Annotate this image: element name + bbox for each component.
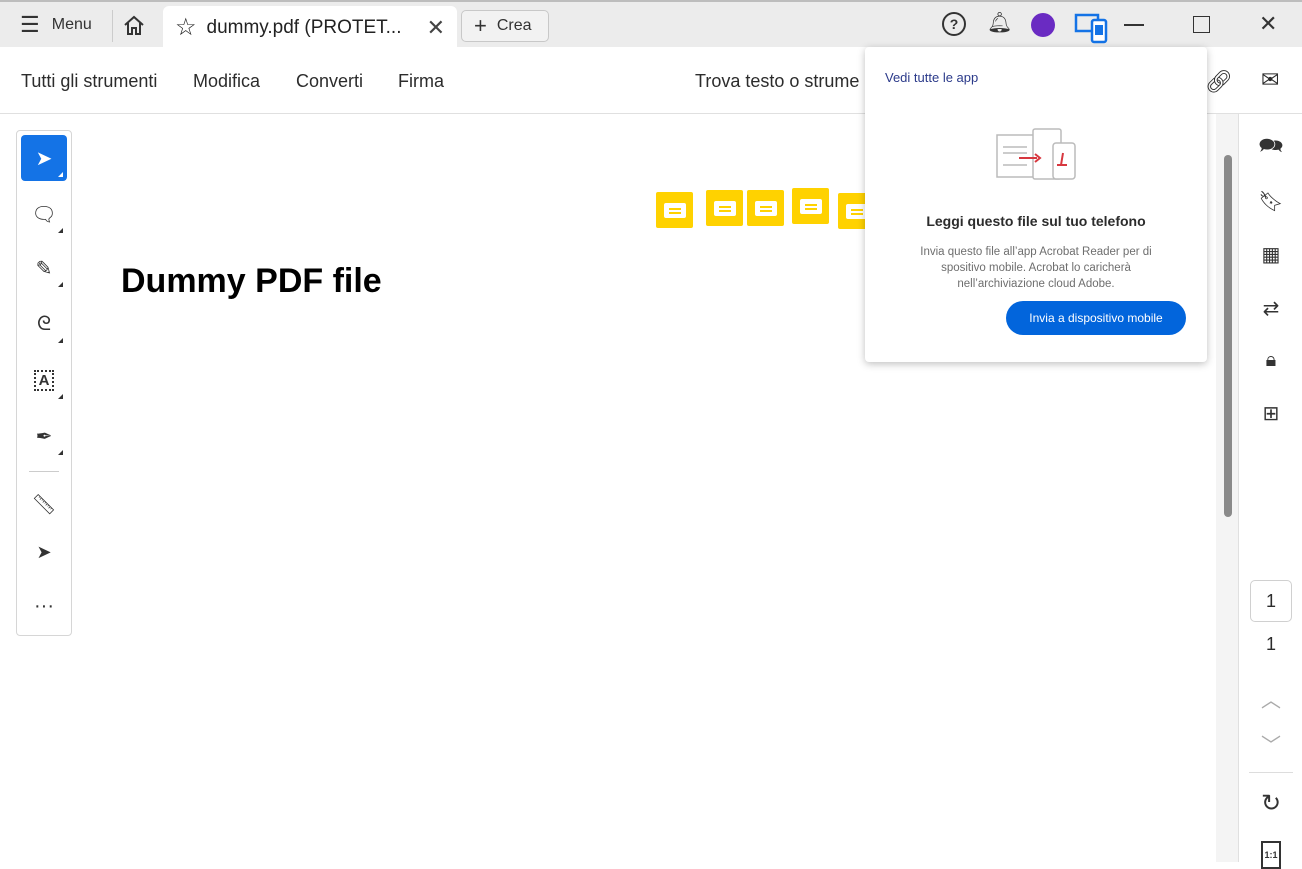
ruler-icon: 📏︎ xyxy=(31,493,57,516)
pen-icon: ✒ xyxy=(35,425,53,448)
popup-body: Invia questo file all’app Acrobat Reader… xyxy=(865,244,1207,292)
rotate-icon[interactable]: ↻ xyxy=(1257,789,1285,817)
document-title: Dummy PDF file xyxy=(121,262,382,300)
text-box-icon: A xyxy=(33,369,55,391)
chevron-down-icon[interactable]: ﹀ xyxy=(1257,729,1285,757)
comment-note-icon[interactable] xyxy=(747,190,784,226)
cursor-icon: ➤ xyxy=(35,147,53,170)
thumbnails-icon[interactable]: ▦ xyxy=(1257,240,1285,268)
actual-size-icon[interactable]: 1:1 xyxy=(1261,841,1281,869)
home-button[interactable] xyxy=(122,10,146,42)
mobile-popup: Vedi tutte le app Leggi questo file sul … xyxy=(865,47,1207,362)
highlight-tool[interactable]: ✎ xyxy=(21,245,67,291)
comment-plus-icon: 🗨︎ xyxy=(31,203,57,226)
tool-sign[interactable]: Firma xyxy=(398,71,444,92)
chevron-up-icon[interactable]: ︿ xyxy=(1257,684,1285,712)
divider xyxy=(112,10,113,42)
create-label: Crea xyxy=(496,17,532,34)
home-icon xyxy=(124,15,144,35)
add-comment-tool[interactable]: 🗨︎ xyxy=(21,191,67,237)
sign-tool[interactable]: ✒ xyxy=(21,413,67,459)
devices-icon[interactable] xyxy=(1074,12,1110,44)
popup-body-line: spositivo mobile. Acrobat lo caricherà xyxy=(941,262,1131,274)
mail-icon[interactable]: ✉ xyxy=(1261,67,1279,93)
lasso-icon: ᘓ xyxy=(36,312,52,335)
popup-heading: Leggi questo file sul tuo telefono xyxy=(926,213,1146,229)
arrow-cursor-icon: ➤ xyxy=(36,541,52,562)
highlighter-icon: ✎ xyxy=(35,257,53,280)
measure-tool[interactable]: 📏︎ xyxy=(21,481,67,527)
comment-note-icon[interactable] xyxy=(706,190,743,226)
link-icon[interactable]: 🔗︎ xyxy=(1205,69,1233,95)
bell-icon[interactable]: 🔔︎ xyxy=(987,10,1012,35)
menu-label: Menu xyxy=(51,16,92,33)
help-icon[interactable]: ? xyxy=(942,12,966,36)
close-window-button[interactable]: ✕ xyxy=(1259,11,1277,37)
right-panel: 🗪 🔖︎ ▦ ⇄ 🔒︎ ⊞ 1 1 ︿ ﹀ ↻ 1:1 xyxy=(1238,114,1302,869)
lock-icon[interactable]: 🔒︎ xyxy=(1257,346,1285,374)
text-tool[interactable]: A xyxy=(21,357,67,403)
create-button[interactable]: + Crea xyxy=(461,10,549,42)
select-tool[interactable]: ➤ xyxy=(21,135,67,181)
send-to-mobile-button[interactable]: Invia a dispositivo mobile xyxy=(1006,301,1186,335)
tab-bar: ☰ Menu ☆ dummy.pdf (PROTET... ✕ + Crea ?… xyxy=(0,0,1302,49)
tool-convert[interactable]: Converti xyxy=(296,71,363,92)
comment-note-icon[interactable] xyxy=(656,192,693,228)
maximize-button[interactable] xyxy=(1193,16,1210,33)
divider xyxy=(29,471,59,472)
quick-tools-panel: ➤ 🗨︎ ✎ ᘓ A ✒ 📏︎ ➤ ··· xyxy=(16,130,72,636)
popup-body-line: Invia questo file all’app Acrobat Reader… xyxy=(920,246,1152,258)
tool-all-tools[interactable]: Tutti gli strumenti xyxy=(21,71,157,92)
comments-icon[interactable]: 🗪 xyxy=(1257,134,1285,162)
popup-body-line: nell’archiviazione cloud Adobe. xyxy=(957,278,1115,290)
tool-edit[interactable]: Modifica xyxy=(193,71,260,92)
plus-icon: + xyxy=(474,13,487,38)
structure-icon[interactable]: ⊞ xyxy=(1257,399,1285,427)
divider xyxy=(1249,772,1293,773)
more-icon: ··· xyxy=(34,594,54,617)
devices-illustration-icon xyxy=(996,128,1076,180)
avatar[interactable] xyxy=(1031,13,1055,37)
page-number-input[interactable]: 1 xyxy=(1250,580,1292,622)
organize-icon[interactable]: ⇄ xyxy=(1257,294,1285,322)
minimize-button[interactable] xyxy=(1124,24,1144,26)
pointer-tool[interactable]: ➤ xyxy=(21,529,67,575)
tab-document[interactable]: ☆ dummy.pdf (PROTET... ✕ xyxy=(163,6,457,49)
scrollbar-thumb[interactable] xyxy=(1224,155,1232,517)
tab-title: dummy.pdf (PROTET... xyxy=(206,16,402,38)
star-icon[interactable]: ☆ xyxy=(175,13,197,42)
search-input[interactable]: Trova testo o strume xyxy=(695,71,859,92)
bookmarks-icon[interactable]: 🔖︎ xyxy=(1257,187,1285,215)
total-pages: 1 xyxy=(1265,634,1276,654)
menu-button[interactable]: ☰ Menu xyxy=(20,8,92,42)
more-tools[interactable]: ··· xyxy=(21,583,67,629)
close-tab-icon[interactable]: ✕ xyxy=(427,15,445,41)
hamburger-icon: ☰ xyxy=(20,12,40,37)
see-all-apps-link[interactable]: Vedi tutte le app xyxy=(885,70,978,85)
draw-tool[interactable]: ᘓ xyxy=(21,301,67,347)
comment-note-icon[interactable] xyxy=(792,188,829,224)
